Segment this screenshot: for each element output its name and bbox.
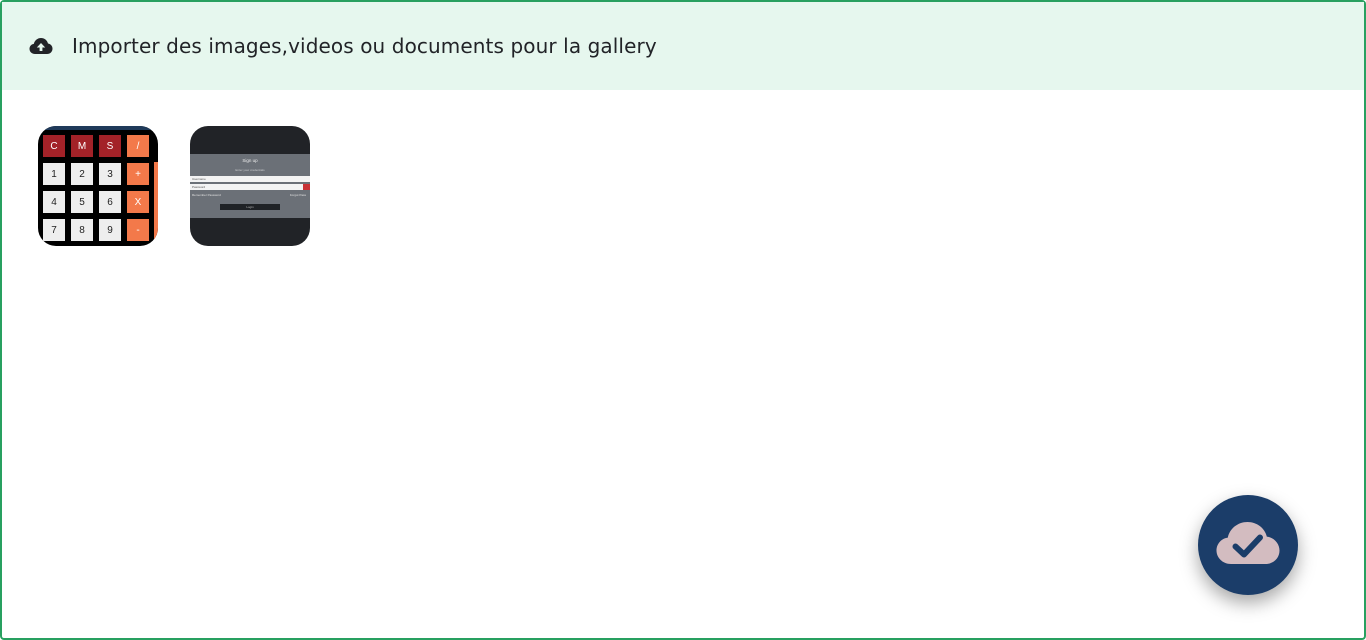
calc-key: 2 [71,163,93,185]
gallery-thumbnail-calculator[interactable]: C M S / 1 2 3 + 4 5 6 X 7 8 9 - [38,126,158,246]
calc-key: 7 [43,219,65,241]
calc-key: / [127,135,149,157]
calculator-edge-strip [154,162,158,246]
gallery-thumbnail-login-form[interactable]: Sign up Enter your credentials Username … [190,126,310,246]
upload-header[interactable]: Importer des images,videos ou documents … [2,2,1364,90]
login-options-row: Remember Password Forgot Pass [192,193,306,197]
cloud-upload-icon [28,33,54,59]
calc-key: 5 [71,191,93,213]
calc-key: M [71,135,93,157]
calc-key: 9 [99,219,121,241]
calc-key: 6 [99,191,121,213]
login-button-preview: Login [220,204,280,210]
upload-title: Importer des images,videos ou documents … [72,34,657,58]
calc-key: C [43,135,65,157]
calculator-top-bar [38,126,158,130]
calc-key: 8 [71,219,93,241]
login-forgot-label: Forgot Pass [289,193,306,197]
login-panel: Sign up Enter your credentials Username … [190,154,310,218]
calc-key: - [127,219,149,241]
calc-key: X [127,191,149,213]
calc-key: 1 [43,163,65,185]
calculator-keypad: C M S / 1 2 3 + 4 5 6 X 7 8 9 - [43,135,149,241]
login-heading: Sign up [242,158,258,163]
password-eye-icon [303,184,310,190]
calc-key: + [127,163,149,185]
calc-key: 3 [99,163,121,185]
calc-key: 4 [43,191,65,213]
login-password-field: Password [190,184,303,190]
cloud-check-icon [1215,520,1281,570]
upload-card: Importer des images,videos ou documents … [0,0,1366,640]
calc-key: S [99,135,121,157]
upload-confirm-button[interactable] [1198,495,1298,595]
login-username-field: Username [190,176,310,182]
login-remember-label: Remember Password [192,193,221,197]
login-subheading: Enter your credentials [235,168,265,172]
